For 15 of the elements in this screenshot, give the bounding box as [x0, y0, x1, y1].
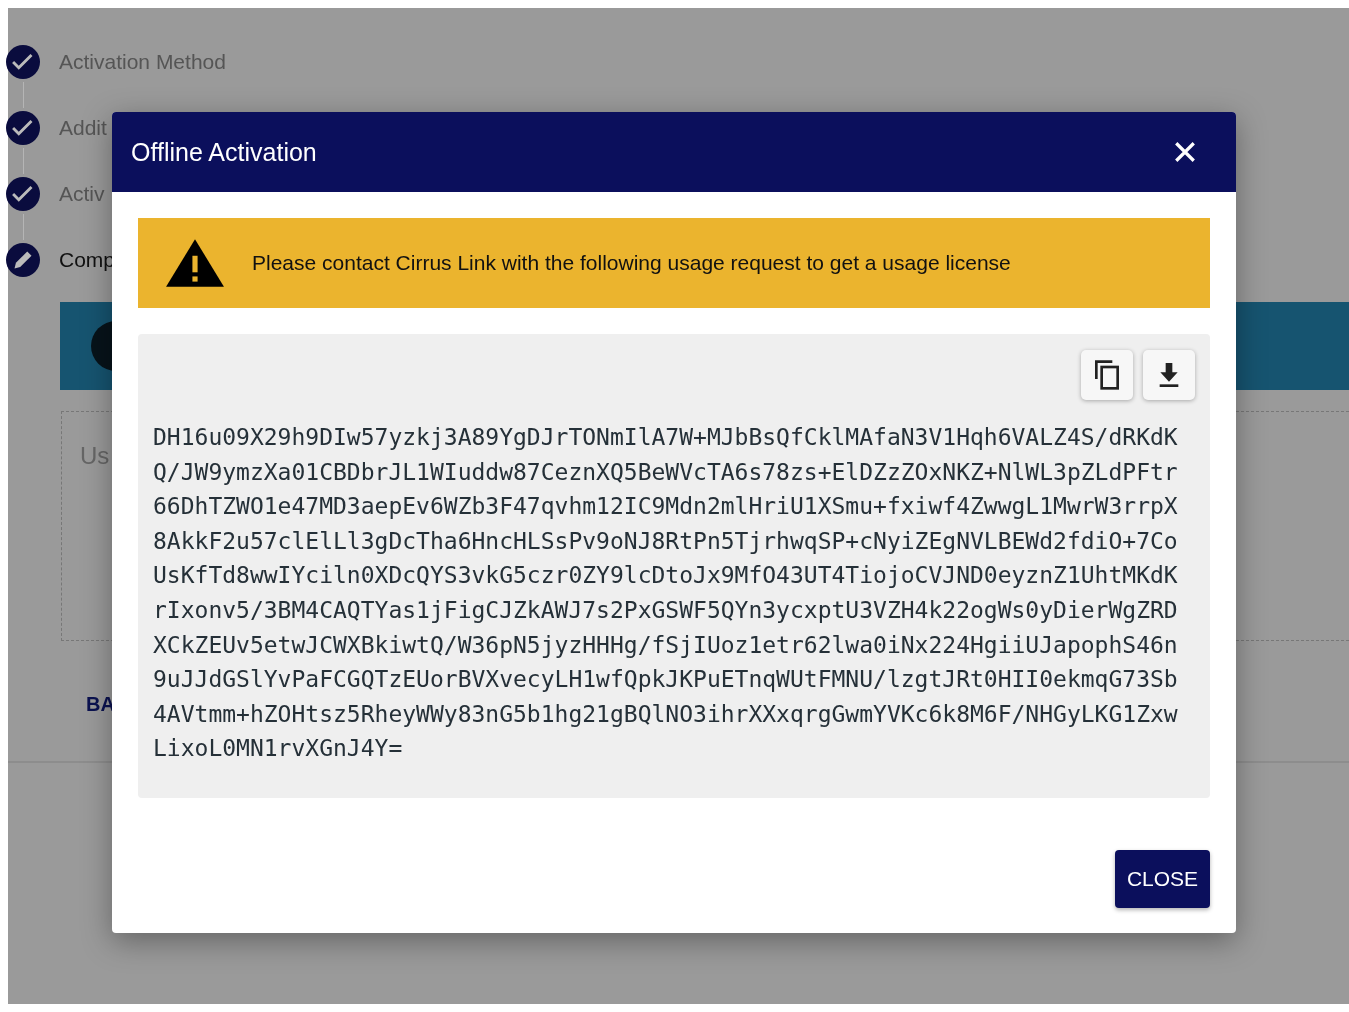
pencil-icon — [6, 243, 40, 277]
download-button[interactable] — [1143, 350, 1195, 400]
copy-button[interactable] — [1081, 350, 1133, 400]
check-icon — [6, 111, 40, 145]
check-icon — [6, 177, 40, 211]
back-button[interactable]: BA — [86, 693, 115, 716]
check-icon — [6, 45, 40, 79]
step-label: Addit — [59, 116, 107, 140]
warning-message: Please contact Cirrus Link with the following usage request to get a usage license — [252, 251, 1011, 275]
step-label: Activ — [59, 182, 105, 206]
usage-request-text: DH16u09X29h9DIw57yzkj3A89YgDJrTONmIlA7W+MJbBsQfCklMAfaN3V1Hqh6VALZ4S/dRKdK Q/JW9ymzXa01CBDbrJL1WIuddw87CeznXQ5BeWVcTA6s78zs+ElDZzZOxNKZ+NlWL3pZLdPFtr 66DhTZWO1e47MD3aepEv6WZb3F47qvhm12IC9Mdn2mlHriU1XSmu+fxiwf4ZwwgL1MwrW3rrpX 8AkkF2u57clElLl3gDcTha6HncHLSsPv9oNJ8RtPn5TjrhwqSP+cNyiZEgNVLBEWd2fdiO+7Co UsKfTd8wwIYciln0XDcQYS3vkG5czr0ZY9lcDtoJx9MfO43UT4TiojoCVJND0eyznZ1UhtMKdK rIxonv5/3BM4CAQTYas1jFigCJZkAWJ7s2PxGSWF5QYn3ycxptU3VZH4k22ogWs0yDierWgZRD XCkZEUv5etwJCWXBkiwtQ/W36pN5jyzHHHg/fSjIUoz1etr62lwa0iNx224HgiiUJapophS46n 9uJJdGSlYvPaFCGQTzEUorBVXvecyLH1wfQpkJKPuETnqWUtFMNU/lzgtJRt0HII0ekmqG73Sb 4AVtmm+hZOHtsz5RheyWWy83nG5b1hg21gBQlNO3ihrXXxqrgGwmYVKc6k8M6F/NHGyLKG1Zxw LixoL0MN1rvXGnJ4Y= — [153, 423, 1179, 764]
dialog-title: Offline Activation — [131, 137, 317, 167]
close-button[interactable]: CLOSE — [1115, 850, 1210, 908]
warning-icon — [164, 237, 226, 289]
step-label: Activation Method — [59, 50, 226, 74]
